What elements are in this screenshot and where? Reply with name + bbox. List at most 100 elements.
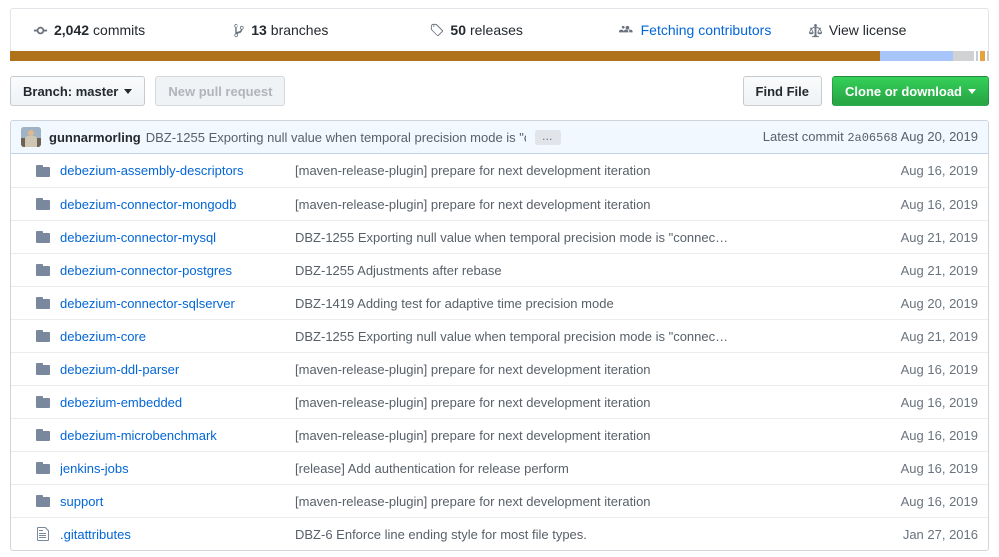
folder-icon <box>35 460 51 476</box>
file-name-link[interactable]: debezium-connector-postgres <box>60 263 295 278</box>
folder-icon <box>35 328 51 344</box>
clone-or-download-button[interactable]: Clone or download <box>832 76 989 106</box>
clone-or-download-label: Clone or download <box>845 85 962 98</box>
stat-commits-label: commits <box>93 23 145 37</box>
stat-releases[interactable]: 50 releases <box>413 23 609 38</box>
file-list-container: gunnarmorling DBZ-1255 Exporting null va… <box>10 120 989 551</box>
file-commit-message[interactable]: [maven-release-plugin] prepare for next … <box>295 197 862 212</box>
folder-icon <box>35 295 51 311</box>
toolbar-right-group: Find File Clone or download <box>743 76 989 106</box>
file-commit-date: Aug 16, 2019 <box>862 163 978 178</box>
file-commit-message[interactable]: [maven-release-plugin] prepare for next … <box>295 163 862 178</box>
file-name-link[interactable]: debezium-embedded <box>60 395 295 410</box>
file-commit-message[interactable]: DBZ-1255 Adjustments after rebase <box>295 263 862 278</box>
folder-icon <box>35 229 51 245</box>
git-branch-icon <box>233 23 245 38</box>
file-name-link[interactable]: jenkins-jobs <box>60 461 295 476</box>
latest-commit-meta: Latest commit 2a06568 Aug 20, 2019 <box>763 129 978 145</box>
table-row: jenkins-jobs[release] Add authentication… <box>11 451 988 484</box>
commit-sha-link[interactable]: 2a06568 <box>847 131 897 145</box>
file-commit-date: Aug 21, 2019 <box>862 263 978 278</box>
file-name-link[interactable]: .gitattributes <box>60 527 295 542</box>
file-commit-message[interactable]: DBZ-1255 Exporting null value when tempo… <box>295 230 862 245</box>
file-commit-message[interactable]: DBZ-6 Enforce line ending style for most… <box>295 527 862 542</box>
stat-releases-label: releases <box>470 23 523 37</box>
stat-contributors-label: Fetching contributors <box>641 23 772 37</box>
stat-releases-value: 50 <box>450 23 466 37</box>
github-repo-file-browser: 2,042 commits 13 branches 50 releases Fe… <box>0 0 999 557</box>
file-name-link[interactable]: debezium-core <box>60 329 295 344</box>
stat-commits[interactable]: 2,042 commits <box>11 23 213 38</box>
stat-branches-value: 13 <box>251 23 267 37</box>
file-name-link[interactable]: debezium-connector-sqlserver <box>60 296 295 311</box>
language-bar <box>10 51 989 61</box>
folder-icon <box>35 427 51 443</box>
stat-branches-label: branches <box>271 23 329 37</box>
commit-message[interactable]: DBZ-1255 Exporting null value when tempo… <box>146 130 526 145</box>
file-commit-message[interactable]: [release] Add authentication for release… <box>295 461 862 476</box>
stat-license[interactable]: View license <box>798 23 988 38</box>
file-name-link[interactable]: support <box>60 494 295 509</box>
folder-icon <box>35 493 51 509</box>
branch-selector-button[interactable]: Branch: master <box>10 76 145 106</box>
commit-author-link[interactable]: gunnarmorling <box>49 130 141 145</box>
folder-icon <box>35 394 51 410</box>
new-pull-request-button[interactable]: New pull request <box>155 76 285 106</box>
law-icon <box>808 23 823 38</box>
file-commit-date: Jan 27, 2016 <box>862 527 978 542</box>
repository-stats-bar: 2,042 commits 13 branches 50 releases Fe… <box>10 8 989 51</box>
file-commit-date: Aug 16, 2019 <box>862 197 978 212</box>
file-commit-date: Aug 21, 2019 <box>862 230 978 245</box>
file-rows: debezium-assembly-descriptors[maven-rele… <box>11 154 988 550</box>
file-commit-date: Aug 21, 2019 <box>862 329 978 344</box>
latest-commit-bar: gunnarmorling DBZ-1255 Exporting null va… <box>11 121 988 154</box>
language-segment[interactable] <box>987 51 989 61</box>
people-icon <box>618 23 635 38</box>
file-name-link[interactable]: debezium-connector-mysql <box>60 230 295 245</box>
language-segment[interactable] <box>880 51 952 61</box>
file-name-link[interactable]: debezium-connector-mongodb <box>60 197 295 212</box>
chevron-down-icon <box>968 89 976 94</box>
file-commit-message[interactable]: [maven-release-plugin] prepare for next … <box>295 428 862 443</box>
file-commit-message[interactable]: [maven-release-plugin] prepare for next … <box>295 362 862 377</box>
file-commit-message[interactable]: DBZ-1255 Exporting null value when tempo… <box>295 329 862 344</box>
file-commit-date: Aug 16, 2019 <box>862 494 978 509</box>
file-name-link[interactable]: debezium-microbenchmark <box>60 428 295 443</box>
folder-icon <box>35 163 51 179</box>
git-commit-icon <box>33 23 48 38</box>
table-row: debezium-microbenchmark[maven-release-pl… <box>11 418 988 451</box>
table-row: debezium-connector-mysqlDBZ-1255 Exporti… <box>11 220 988 253</box>
table-row: .gitattributesDBZ-6 Enforce line ending … <box>11 517 988 550</box>
chevron-down-icon <box>124 89 132 94</box>
tag-icon <box>429 23 444 38</box>
file-commit-message[interactable]: DBZ-1419 Adding test for adaptive time p… <box>295 296 862 311</box>
language-segment[interactable] <box>953 51 975 61</box>
toolbar-left-group: Branch: master New pull request <box>10 76 285 106</box>
file-commit-date: Aug 20, 2019 <box>862 296 978 311</box>
latest-commit-date: Aug 20, 2019 <box>901 129 978 144</box>
table-row: debezium-coreDBZ-1255 Exporting null val… <box>11 319 988 352</box>
stat-contributors[interactable]: Fetching contributors <box>610 23 798 38</box>
file-commit-date: Aug 16, 2019 <box>862 428 978 443</box>
stat-branches[interactable]: 13 branches <box>213 23 413 38</box>
file-name-link[interactable]: debezium-ddl-parser <box>60 362 295 377</box>
table-row: debezium-connector-postgresDBZ-1255 Adju… <box>11 253 988 286</box>
table-row: support[maven-release-plugin] prepare fo… <box>11 484 988 517</box>
stat-commits-value: 2,042 <box>54 23 89 37</box>
latest-commit-prefix: Latest commit <box>763 129 844 144</box>
file-name-link[interactable]: debezium-assembly-descriptors <box>60 163 295 178</box>
expand-commit-message-button[interactable]: … <box>535 130 561 145</box>
file-commit-date: Aug 16, 2019 <box>862 395 978 410</box>
file-commit-message[interactable]: [maven-release-plugin] prepare for next … <box>295 494 862 509</box>
table-row: debezium-connector-sqlserverDBZ-1419 Add… <box>11 286 988 319</box>
language-segment[interactable] <box>10 51 880 61</box>
folder-icon <box>35 262 51 278</box>
table-row: debezium-assembly-descriptors[maven-rele… <box>11 154 988 187</box>
folder-icon <box>35 196 51 212</box>
file-commit-message[interactable]: [maven-release-plugin] prepare for next … <box>295 395 862 410</box>
file-icon <box>35 526 51 542</box>
repo-toolbar: Branch: master New pull request Find Fil… <box>10 76 989 106</box>
branch-selector-label: Branch: master <box>23 85 118 98</box>
find-file-button[interactable]: Find File <box>743 76 822 106</box>
file-commit-date: Aug 16, 2019 <box>862 362 978 377</box>
